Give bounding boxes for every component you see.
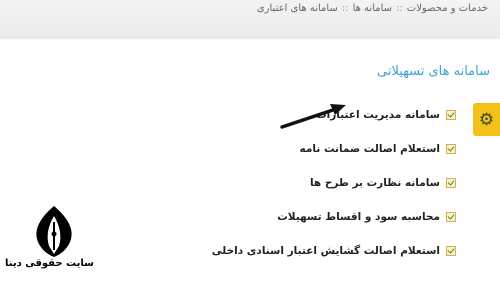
breadcrumb-item-credit-systems: سامانه های اعتباری	[256, 3, 338, 14]
breadcrumb-item-systems[interactable]: سامانه ها	[353, 3, 392, 14]
checkbox-icon	[446, 212, 456, 222]
menu-item-label: سامانه نظارت بر طرح ها	[309, 177, 440, 189]
menu-item-letter-of-credit-inquiry[interactable]: استعلام اصالت گشایش اعتبار اسنادی داخلی	[212, 234, 456, 268]
checkbox-icon	[446, 110, 456, 120]
breadcrumb-item-products[interactable]: خدمات و محصولات	[407, 3, 488, 14]
arrow-icon	[280, 104, 346, 129]
menu-item-loan-calculator[interactable]: محاسبه سود و اقساط تسهیلات	[212, 200, 456, 234]
menu-item-label: استعلام اصالت ضمانت نامه	[299, 143, 440, 155]
checkbox-icon	[446, 144, 456, 154]
breadcrumb-separator: ::	[396, 3, 403, 14]
menu-item-project-supervision[interactable]: سامانه نظارت بر طرح ها	[212, 166, 456, 200]
menu-item-label: محاسبه سود و اقساط تسهیلات	[277, 211, 440, 223]
menu-item-guarantee-inquiry[interactable]: استعلام اصالت ضمانت نامه	[212, 132, 456, 166]
checkbox-icon	[446, 178, 456, 188]
top-bar: خدمات و محصولات::سامانه ها::سامانه های ا…	[0, 0, 500, 38]
settings-tab[interactable]: ⚙	[473, 103, 500, 136]
section-title: سامانه های تسهیلاتی	[377, 64, 490, 79]
gear-icon: ⚙	[478, 109, 495, 130]
breadcrumb-separator: ::	[341, 3, 349, 14]
watermark: سایت حقوقی دینا	[5, 204, 94, 274]
checkbox-icon	[446, 246, 456, 256]
pen-nib-logo	[36, 206, 72, 257]
watermark-text: سایت حقوقی دینا	[5, 258, 94, 269]
menu-item-label: استعلام اصالت گشایش اعتبار اسنادی داخلی	[211, 245, 440, 257]
breadcrumb: خدمات و محصولات::سامانه ها::سامانه های ا…	[257, 3, 488, 14]
